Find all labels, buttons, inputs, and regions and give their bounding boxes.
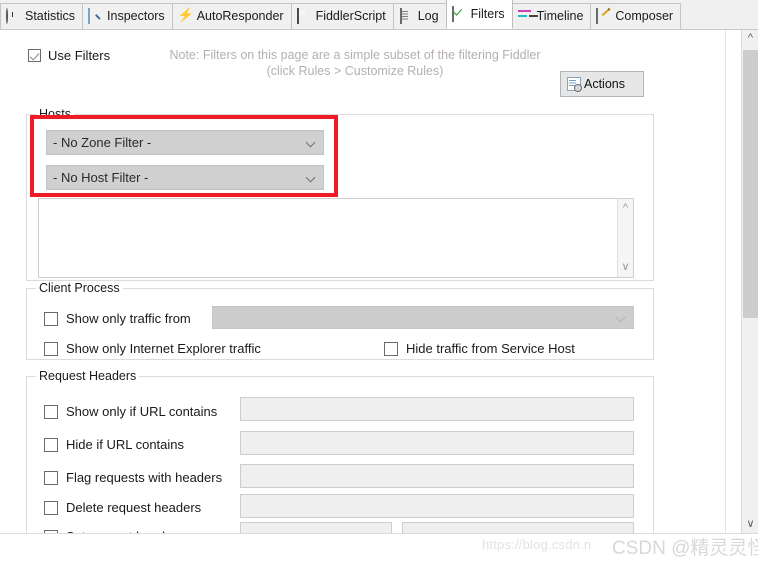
- flag-requests-with-headers-checkbox[interactable]: [44, 470, 58, 485]
- tab-inspectors[interactable]: Inspectors: [82, 3, 173, 29]
- lightning-bolt-icon: [178, 9, 193, 24]
- watermark-url: https://blog.csdn.n: [482, 537, 592, 552]
- hide-if-url-contains-label: Hide if URL contains: [66, 437, 185, 452]
- show-only-if-url-contains-checkbox[interactable]: [44, 404, 58, 419]
- magnifier-icon: [88, 8, 103, 24]
- filters-panel: Use Filters Note: Filters on this page a…: [0, 30, 758, 533]
- set-request-header-name-input[interactable]: [240, 522, 392, 533]
- delete-request-headers-label: Delete request headers: [66, 500, 202, 515]
- chevron-down-icon[interactable]: ∨: [618, 260, 633, 275]
- delete-request-headers-checkbox[interactable]: [44, 500, 58, 515]
- scroll-up-chevron-icon[interactable]: ^: [742, 30, 758, 47]
- filters-panel-content: Use Filters Note: Filters on this page a…: [0, 30, 726, 533]
- filters-note-line2: (click Rules > Customize Rules): [266, 64, 444, 78]
- use-filters-checkbox[interactable]: [28, 49, 41, 62]
- actions-script-icon: [567, 77, 582, 92]
- hide-service-host-traffic-checkbox[interactable]: [384, 341, 398, 356]
- clock-icon: [6, 8, 21, 24]
- hide-if-url-contains-checkbox[interactable]: [44, 437, 58, 452]
- chevron-down-icon: [615, 312, 627, 324]
- use-filters-label: Use Filters: [48, 48, 111, 63]
- host-filter-combo[interactable]: - No Host Filter -: [46, 165, 324, 190]
- javascript-icon: [296, 8, 312, 24]
- zone-filter-value: - No Zone Filter -: [53, 135, 152, 150]
- pencil-note-icon: [596, 8, 611, 24]
- host-filter-value: - No Host Filter -: [53, 170, 149, 185]
- request-headers-group-legend: Request Headers: [36, 369, 140, 383]
- tab-timeline[interactable]: Timeline: [511, 3, 592, 29]
- tab-label: Filters: [470, 6, 505, 21]
- timeline-bars-icon: [518, 9, 533, 24]
- tab-composer[interactable]: Composer: [590, 3, 682, 29]
- tab-label: Log: [417, 9, 439, 24]
- tab-label: Statistics: [25, 9, 76, 24]
- client-process-group-legend: Client Process: [36, 281, 123, 295]
- watermark-credit: CSDN @精灵灵怪: [612, 538, 758, 559]
- delete-request-headers-row[interactable]: Delete request headers: [44, 500, 201, 515]
- use-filters-row[interactable]: Use Filters: [28, 48, 110, 63]
- set-request-header-value-input[interactable]: [402, 522, 634, 533]
- filters-note-line1: Note: Filters on this page are a simple …: [169, 48, 541, 62]
- show-only-if-url-contains-row[interactable]: Show only if URL contains: [44, 404, 217, 419]
- tab-label: AutoResponder: [196, 9, 284, 24]
- tab-label: Timeline: [536, 9, 584, 24]
- show-only-ie-traffic-checkbox[interactable]: [44, 341, 58, 356]
- show-only-if-url-contains-input[interactable]: [240, 397, 634, 421]
- chevron-down-icon: [305, 137, 317, 149]
- document-lines-icon: [399, 8, 414, 24]
- show-only-traffic-from-label: Show only traffic from: [66, 311, 191, 326]
- host-list-textarea[interactable]: ^ ∨: [38, 198, 634, 278]
- hosts-group-legend: Hosts: [36, 107, 74, 121]
- show-only-ie-traffic-row[interactable]: Show only Internet Explorer traffic: [44, 341, 261, 356]
- show-only-traffic-from-checkbox[interactable]: [44, 311, 58, 326]
- tab-label: Composer: [615, 9, 674, 24]
- green-check-icon: [451, 5, 467, 22]
- hide-service-host-traffic-row[interactable]: Hide traffic from Service Host: [384, 341, 575, 356]
- show-only-ie-traffic-label: Show only Internet Explorer traffic: [66, 341, 261, 356]
- flag-requests-with-headers-label: Flag requests with headers: [66, 470, 223, 485]
- tab-label: FiddlerScript: [315, 9, 386, 24]
- panel-vertical-scrollbar[interactable]: ^ ∨: [741, 30, 758, 533]
- scrollbar-thumb[interactable]: [743, 50, 758, 318]
- delete-request-headers-input[interactable]: [240, 494, 634, 518]
- show-only-if-url-contains-label: Show only if URL contains: [66, 404, 218, 419]
- hide-if-url-contains-row[interactable]: Hide if URL contains: [44, 437, 184, 452]
- chevron-down-icon: [305, 172, 317, 184]
- tab-statistics[interactable]: Statistics: [0, 3, 84, 29]
- tab-fiddlerscript[interactable]: FiddlerScript: [290, 3, 394, 29]
- filters-note: Note: Filters on this page are a simple …: [140, 47, 570, 79]
- hide-if-url-contains-input[interactable]: [240, 431, 634, 455]
- tab-filters[interactable]: Filters: [445, 0, 513, 29]
- scroll-down-chevron-icon[interactable]: ∨: [742, 516, 758, 533]
- client-process-combo[interactable]: [212, 306, 634, 329]
- tab-autoresponder[interactable]: AutoResponder: [171, 3, 292, 29]
- hide-service-host-traffic-label: Hide traffic from Service Host: [406, 341, 575, 356]
- zone-filter-combo[interactable]: - No Zone Filter -: [46, 130, 324, 155]
- main-tabstrip: Statistics Inspectors AutoResponder Fidd…: [0, 0, 758, 30]
- actions-button[interactable]: Actions: [560, 71, 644, 97]
- chevron-up-icon[interactable]: ^: [618, 201, 633, 216]
- host-list-scrollbar[interactable]: ^ ∨: [617, 199, 633, 277]
- actions-button-label: Actions: [584, 77, 625, 91]
- flag-requests-with-headers-row[interactable]: Flag requests with headers: [44, 470, 222, 485]
- tab-label: Inspectors: [107, 9, 165, 24]
- show-only-traffic-from-row[interactable]: Show only traffic from: [44, 311, 191, 326]
- flag-requests-with-headers-input[interactable]: [240, 464, 634, 488]
- tab-log[interactable]: Log: [392, 3, 447, 29]
